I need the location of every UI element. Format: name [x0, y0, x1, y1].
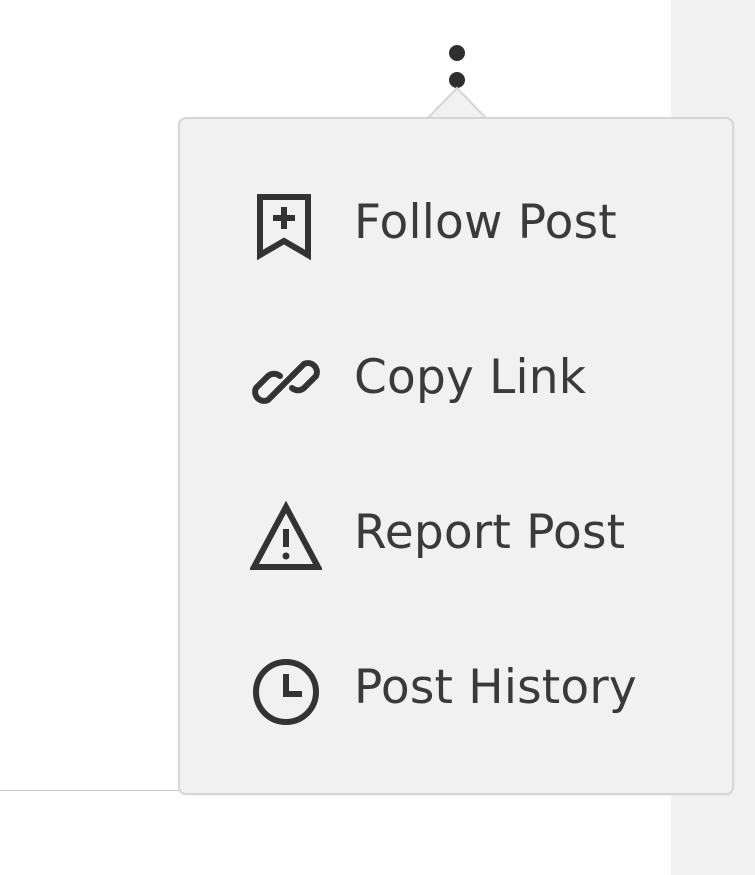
menu-item-copy-link[interactable]: Copy Link: [180, 318, 732, 438]
menu-item-label: Copy Link: [354, 350, 587, 405]
bookmark-plus-icon: [250, 191, 322, 263]
more-dot-top: [449, 45, 465, 61]
post-options-menu: Follow Post Copy Link Report Post Post H…: [178, 117, 734, 795]
menu-item-label: Post History: [354, 660, 637, 715]
clock-icon: [250, 656, 322, 728]
link-icon: [250, 346, 322, 418]
menu-item-post-history[interactable]: Post History: [180, 628, 732, 748]
menu-item-label: Report Post: [354, 505, 626, 560]
menu-item-follow-post[interactable]: Follow Post: [180, 163, 732, 283]
menu-item-label: Follow Post: [354, 195, 617, 250]
menu-item-report-post[interactable]: Report Post: [180, 473, 732, 593]
warning-icon: [249, 500, 323, 573]
menu-arrow: [425, 86, 489, 120]
